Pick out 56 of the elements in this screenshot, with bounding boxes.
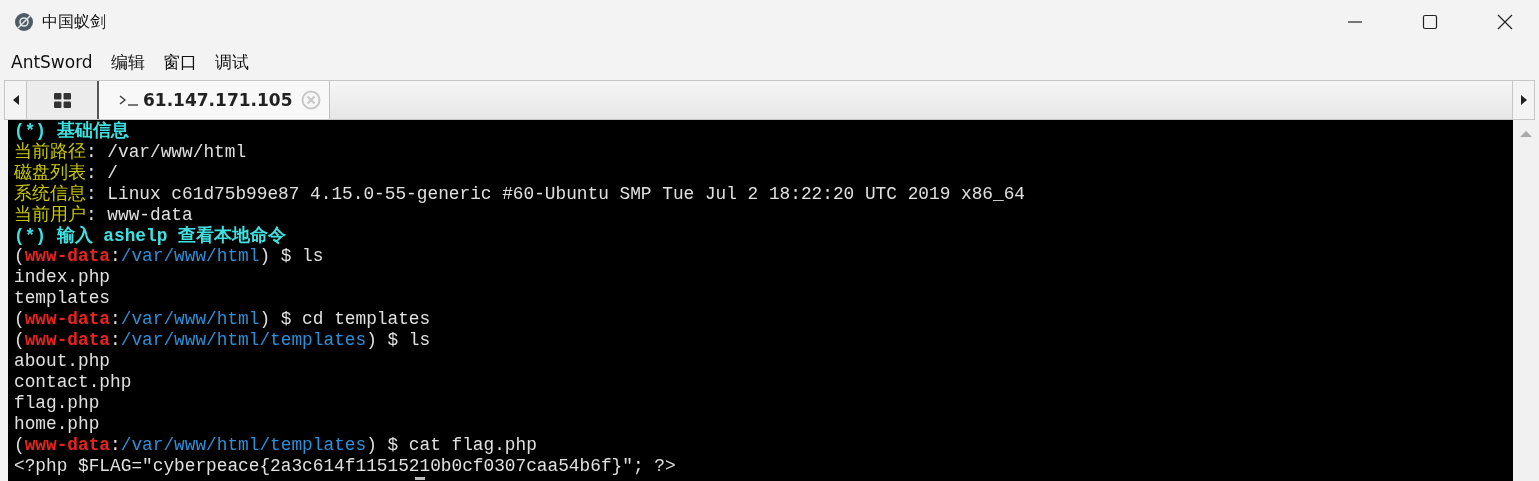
terminal-text: flag.php xyxy=(14,392,100,413)
terminal-text: ) $ cd templates xyxy=(259,309,431,330)
text-cursor xyxy=(415,477,425,480)
terminal-text: : xyxy=(110,330,121,351)
terminal-text: ) $ cat flag.php xyxy=(366,434,537,455)
app-logo-icon xyxy=(14,12,34,32)
terminal-text: contact.php xyxy=(14,371,132,392)
info-heading: (*) 基础信息 xyxy=(14,121,129,141)
info-label: 当前路径 xyxy=(14,141,86,162)
prompt-user: www-data xyxy=(24,434,111,455)
terminal-text: : Linux c61d75b99e87 4.15.0-55-generic #60-Ubuntu SMP Tue Jul 2 18:22:20 UTC 2019 x86_64 xyxy=(86,183,1025,204)
terminal-panel[interactable] xyxy=(8,120,1513,481)
prompt-path: /var/www/html/templates xyxy=(120,330,367,351)
terminal-text: : / xyxy=(86,162,118,183)
terminal-text: : www-data xyxy=(86,204,193,225)
terminal-text: ( xyxy=(14,434,25,455)
menu-item[interactable]: 窗口 xyxy=(162,50,197,74)
terminal-text: ( xyxy=(14,309,25,330)
tab-label: 61.147.171.105 xyxy=(143,90,293,110)
prompt-path: /var/www/html xyxy=(120,246,260,267)
prompt-user: www-data xyxy=(24,246,111,267)
terminal-text: : /var/www/html xyxy=(86,141,247,162)
left-triangle-icon xyxy=(12,95,19,105)
scroll-left-button[interactable] xyxy=(5,81,27,119)
terminal-tab[interactable]: 61.147.171.105 xyxy=(99,81,330,119)
info-label: 系统信息 xyxy=(14,183,86,204)
terminal-text: ( xyxy=(14,330,25,351)
terminal-text: : xyxy=(110,309,121,330)
terminal-text: ) $ ls xyxy=(259,246,324,267)
terminal-text: ( xyxy=(14,246,25,267)
prompt-path: /var/www/html xyxy=(120,309,260,330)
menu-item[interactable]: 调试 xyxy=(214,50,249,74)
home-tab[interactable] xyxy=(27,81,99,119)
terminal-text: home.php xyxy=(14,413,100,434)
menu-item[interactable]: 编辑 xyxy=(110,50,145,74)
terminal-text: ) $ ls xyxy=(366,330,431,351)
grid-icon xyxy=(53,92,71,108)
terminal-text: index.php xyxy=(14,267,111,288)
maximize-icon[interactable] xyxy=(1422,14,1438,30)
terminal-icon xyxy=(119,94,139,106)
terminal-text: : xyxy=(110,434,121,455)
terminal-text: <?php $FLAG="cyberpeace{2a3c614f11515210b0cf0307caa54b6f}"; ?> xyxy=(14,455,676,476)
info-heading: (*) 输入 ashelp 查看本地命令 xyxy=(14,225,287,246)
close-icon[interactable] xyxy=(1497,14,1513,30)
terminal-text: : xyxy=(110,246,121,267)
prompt-path: /var/www/html/templates xyxy=(120,434,367,455)
right-triangle-icon xyxy=(1520,95,1527,105)
window-title: 中国蚁剑 xyxy=(42,11,106,33)
prompt-user: www-data xyxy=(24,330,111,351)
info-label: 磁盘列表 xyxy=(14,162,86,183)
terminal-text: about.php xyxy=(14,350,111,371)
terminal-text: templates xyxy=(14,288,111,309)
menu-item[interactable]: AntSword xyxy=(11,52,93,72)
prompt-user: www-data xyxy=(24,309,111,330)
scroll-right-button[interactable] xyxy=(1512,81,1534,119)
info-label: 当前用户 xyxy=(14,204,86,225)
